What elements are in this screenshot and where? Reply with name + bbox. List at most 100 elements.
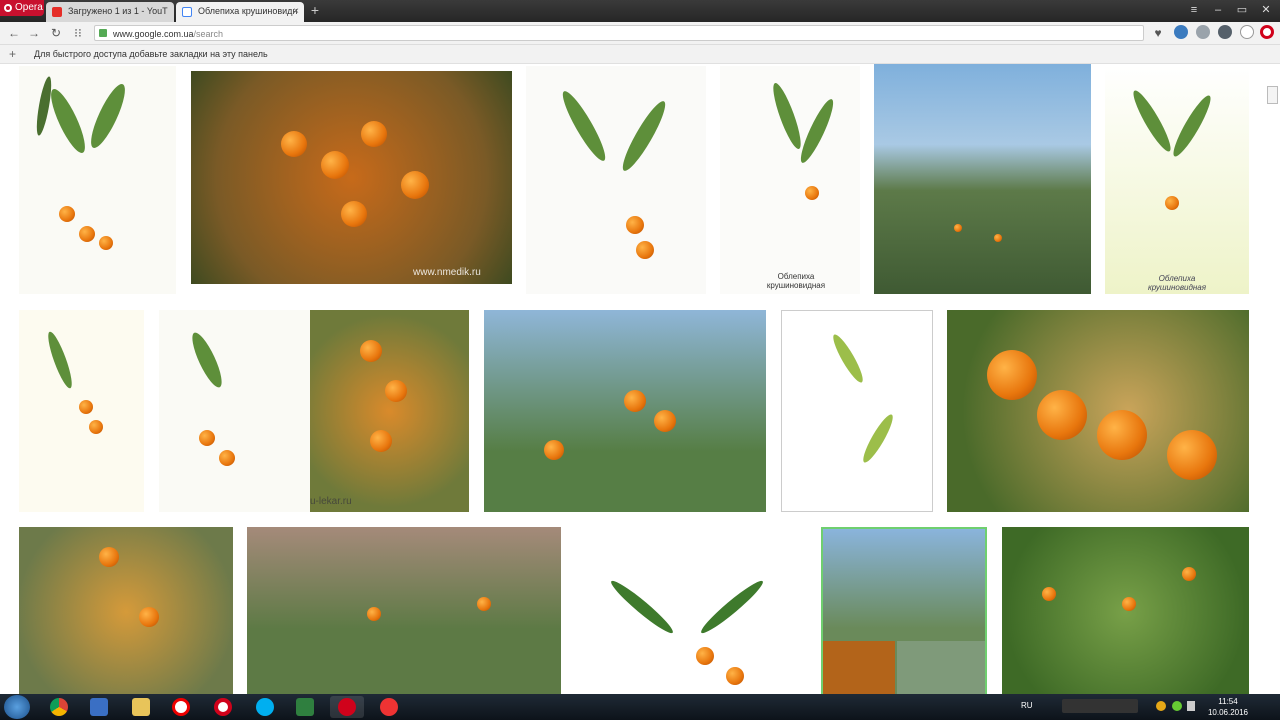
address-input[interactable]: www.google.com.ua/search xyxy=(94,25,1144,41)
illustration-berry xyxy=(79,400,93,414)
minimize-button[interactable]: – xyxy=(1210,2,1226,18)
image-result-collage[interactable] xyxy=(821,527,987,694)
illustration-berry xyxy=(1165,196,1179,210)
opera-icon xyxy=(338,698,356,716)
berry-photo xyxy=(1182,567,1196,581)
close-window-button[interactable]: ✕ xyxy=(1258,2,1274,18)
opera-red-icon[interactable] xyxy=(1260,25,1274,39)
add-bookmark-icon[interactable]: + xyxy=(9,45,16,63)
extension-icon[interactable] xyxy=(1218,25,1232,39)
taskbar-app[interactable] xyxy=(288,696,322,718)
image-result[interactable]: u-lekar.ru xyxy=(310,310,469,512)
extension-icon[interactable] xyxy=(1240,25,1254,39)
image-result[interactable] xyxy=(484,310,766,512)
new-tab-button[interactable]: + xyxy=(308,3,322,17)
image-result[interactable] xyxy=(19,310,144,512)
tab-youtube[interactable]: Загружено 1 из 1 - YouT xyxy=(46,2,174,22)
image-result[interactable] xyxy=(576,527,806,694)
maximize-button[interactable]: ▭ xyxy=(1234,2,1250,18)
illustration-leaf xyxy=(607,576,677,638)
image-result[interactable]: www.nmedik.ru xyxy=(191,71,512,284)
illustration-leaf xyxy=(768,80,806,152)
tab-menu-icon[interactable]: ≡ xyxy=(1186,2,1202,18)
opera-icon xyxy=(4,4,12,12)
illustration-leaf xyxy=(85,80,131,152)
image-result[interactable] xyxy=(781,310,933,512)
berry-photo xyxy=(341,201,367,227)
taskbar-media[interactable] xyxy=(82,696,116,718)
image-results-grid: www.nmedik.ru Облепиха крушиновидная Обл… xyxy=(0,64,1280,694)
clock-time: 11:54 xyxy=(1218,697,1238,706)
start-button[interactable] xyxy=(4,695,30,719)
illustration-stem xyxy=(33,75,55,137)
tab-title: Облепиха крушиновидн xyxy=(198,6,298,16)
taskbar-recorder[interactable] xyxy=(372,696,406,718)
taskbar-opera[interactable] xyxy=(206,696,240,718)
forward-button[interactable]: → xyxy=(26,25,42,41)
bookmark-heart-icon[interactable]: ♥ xyxy=(1150,25,1166,41)
image-watermark: u-lekar.ru xyxy=(310,496,352,507)
taskbar-yandex[interactable] xyxy=(164,696,198,718)
url-path: /search xyxy=(193,29,224,39)
illustration-berry xyxy=(626,216,644,234)
image-result[interactable] xyxy=(526,66,706,294)
close-tab-icon[interactable]: × xyxy=(293,2,299,21)
image-caption: Облепиха крушиновидная xyxy=(766,272,826,290)
taskbar-opera-active[interactable] xyxy=(330,696,364,718)
image-result[interactable] xyxy=(247,527,561,694)
system-clock[interactable]: 11:54 10.06.2016 xyxy=(1198,696,1258,718)
collage-tile xyxy=(897,641,985,694)
record-icon xyxy=(380,698,398,716)
berry-photo xyxy=(139,607,159,627)
speed-dial-icon[interactable]: ⁝⁝ xyxy=(70,25,86,41)
image-result[interactable] xyxy=(19,66,176,294)
youtube-icon xyxy=(52,7,62,17)
berry-photo xyxy=(994,234,1002,242)
skype-icon xyxy=(256,698,274,716)
illustration-berry xyxy=(219,450,235,466)
illustration-berry xyxy=(199,430,215,446)
berry-photo xyxy=(385,380,407,402)
illustration-berry xyxy=(99,236,113,250)
tray-icon[interactable] xyxy=(1156,701,1166,711)
berry-photo xyxy=(696,647,714,665)
tray-icon[interactable] xyxy=(1172,701,1182,711)
reload-button[interactable]: ↻ xyxy=(48,25,64,41)
opera-menu-button[interactable]: Opera xyxy=(0,0,44,16)
taskbar-explorer[interactable] xyxy=(124,696,158,718)
collage-tile xyxy=(823,641,895,694)
yandex-icon xyxy=(172,698,190,716)
secure-lock-icon xyxy=(99,29,107,37)
image-result[interactable] xyxy=(874,64,1091,294)
image-result[interactable] xyxy=(1002,527,1249,694)
image-result[interactable] xyxy=(159,310,311,512)
folder-icon xyxy=(132,698,150,716)
scrollbar-thumb[interactable] xyxy=(1267,86,1278,104)
illustration-berry xyxy=(805,186,819,200)
illustration-leaf xyxy=(187,329,227,391)
berry-photo xyxy=(99,547,119,567)
back-button[interactable]: ← xyxy=(6,25,22,41)
extension-icon[interactable] xyxy=(1174,25,1188,39)
illustration-leaf xyxy=(44,329,76,391)
berry-photo xyxy=(987,350,1037,400)
illustration-leaf xyxy=(795,96,839,166)
image-result[interactable]: Облепиха крушиновидная xyxy=(1105,66,1249,294)
extension-icon[interactable] xyxy=(1196,25,1210,39)
illustration-leaf xyxy=(617,97,671,175)
recorder-controls[interactable] xyxy=(1062,699,1138,713)
berry-photo xyxy=(401,171,429,199)
taskbar-skype[interactable] xyxy=(248,696,282,718)
google-icon xyxy=(182,7,192,17)
app-icon xyxy=(296,698,314,716)
tab-google-search[interactable]: Облепиха крушиновидн × xyxy=(176,2,304,22)
language-indicator[interactable]: RU xyxy=(1021,701,1033,710)
volume-icon[interactable] xyxy=(1187,701,1195,711)
image-result[interactable] xyxy=(947,310,1249,512)
image-result[interactable]: Облепиха крушиновидная xyxy=(720,66,860,294)
berry-photo xyxy=(1167,430,1217,480)
url-host: www.google.com.ua xyxy=(113,29,194,39)
taskbar-chrome[interactable] xyxy=(42,696,76,718)
image-result[interactable] xyxy=(19,527,233,694)
berry-photo xyxy=(1042,587,1056,601)
